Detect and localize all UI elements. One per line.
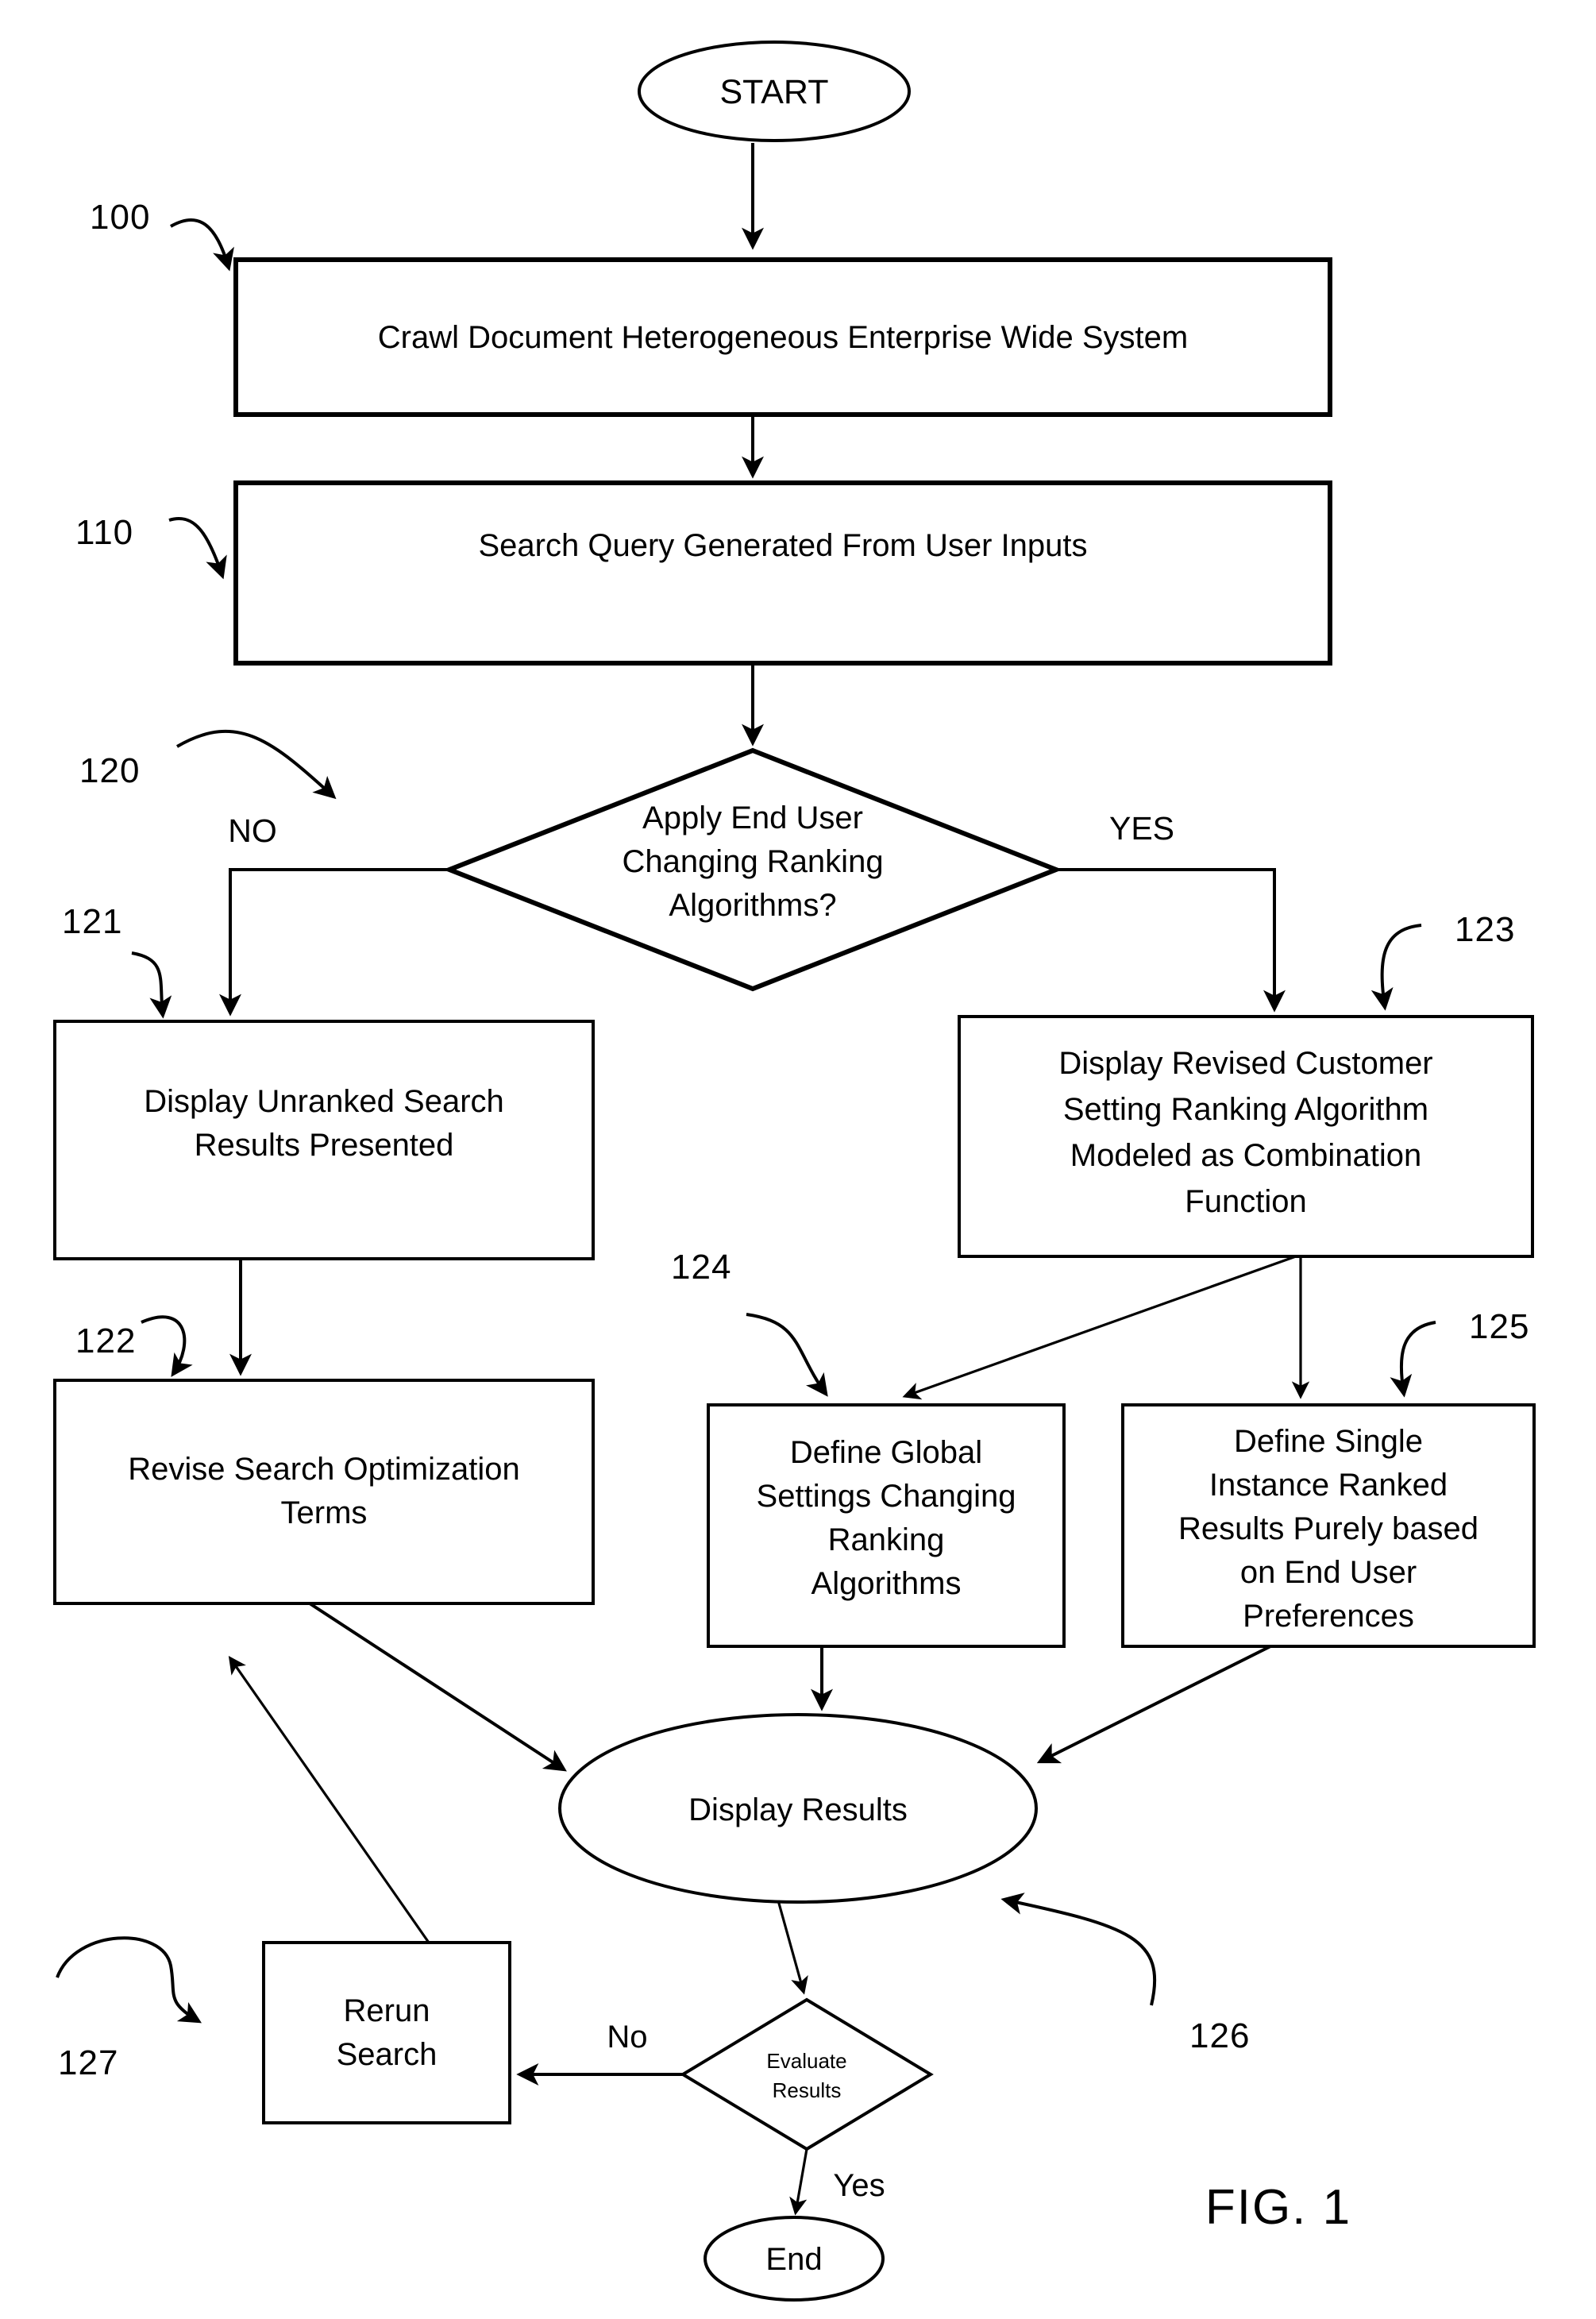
global-settings-line3: Ranking (828, 1522, 945, 1557)
display-results-label: Display Results (688, 1792, 908, 1827)
node-revised-customer: Display Revised Customer Setting Ranking… (958, 1015, 1534, 1258)
leader-line-124 (746, 1313, 828, 1397)
leader-line-125 (1390, 1321, 1436, 1398)
node-start: START (638, 41, 911, 142)
single-instance-line1: Define Single (1234, 1424, 1423, 1459)
node-crawl: Crawl Document Heterogeneous Enterprise … (233, 257, 1332, 417)
single-instance-line4: on End User (1240, 1555, 1417, 1590)
ref-number-121: 121 (62, 902, 122, 941)
start-label: START (720, 73, 829, 111)
edge-decision-no (219, 868, 449, 1017)
leader-line-110 (168, 517, 227, 580)
edge-single-instance-to-display-results (1036, 1645, 1271, 1764)
edge-revise-to-display-results (308, 1602, 567, 1772)
edge-label-yes-upper: YES (1109, 810, 1174, 847)
evaluate-diamond (680, 1997, 934, 2151)
single-instance-line2: Instance Ranked (1209, 1468, 1448, 1503)
leader-line-121 (131, 951, 172, 1019)
crawl-label: Crawl Document Heterogeneous Enterprise … (378, 320, 1188, 355)
edge-label-no-upper: NO (228, 812, 277, 849)
revise-box (53, 1379, 595, 1605)
node-decision: Apply End User Changing Ranking Algorith… (442, 747, 1063, 992)
decision-line3: Algorithms? (669, 888, 836, 923)
query-label: Search Query Generated From User Inputs (479, 528, 1088, 563)
decision-line2: Changing Ranking (622, 844, 883, 879)
node-revise: Revise Search Optimization Terms (53, 1379, 595, 1605)
query-box (233, 480, 1332, 666)
single-instance-line3: Results Purely based (1178, 1511, 1478, 1546)
revise-line1: Revise Search Optimization (128, 1452, 520, 1487)
figure-caption: FIG. 1 (1205, 2180, 1351, 2235)
edge-label-no-lower: No (607, 2020, 647, 2055)
node-global-settings: Define Global Settings Changing Ranking … (707, 1403, 1066, 1648)
leader-line-100 (170, 218, 234, 272)
leader-line-127 (56, 1936, 202, 2024)
edge-revised-to-global-settings (902, 1255, 1297, 1400)
flowchart-svg: START Crawl Document Heterogeneous Enter… (53, 41, 1536, 2302)
evaluate-line1: Evaluate (766, 2049, 846, 2073)
revised-customer-line4: Function (1185, 1184, 1306, 1219)
node-display-results: Display Results (558, 1713, 1038, 1904)
unranked-line2: Results Presented (195, 1128, 454, 1163)
leader-line-120 (175, 729, 337, 800)
rerun-box (262, 1941, 511, 2124)
global-settings-line4: Algorithms (811, 1566, 962, 1601)
node-evaluate: Evaluate Results (680, 1997, 934, 2151)
figure-canvas: START Crawl Document Heterogeneous Enter… (0, 0, 1596, 2319)
revised-customer-line2: Setting Ranking Algorithm (1063, 1092, 1428, 1127)
single-instance-line5: Preferences (1243, 1599, 1414, 1634)
global-settings-line2: Settings Changing (757, 1479, 1016, 1514)
rerun-line2: Search (337, 2037, 438, 2072)
ref-number-120: 120 (79, 751, 140, 790)
revised-customer-line3: Modeled as Combination (1070, 1138, 1421, 1173)
edge-decision-yes (1056, 868, 1286, 1013)
leader-line-122 (141, 1315, 193, 1377)
rerun-line1: Rerun (344, 1993, 430, 2028)
ref-number-110: 110 (75, 513, 133, 552)
edge-rerun-to-revise (228, 1655, 430, 1943)
node-query: Search Query Generated From User Inputs (233, 480, 1332, 666)
leader-line-123 (1370, 924, 1422, 1011)
revised-customer-line1: Display Revised Customer (1058, 1046, 1432, 1081)
ref-number-127: 127 (58, 2043, 118, 2082)
node-rerun: Rerun Search (262, 1941, 511, 2124)
edge-evaluate-yes (789, 2148, 808, 2216)
node-single-instance: Define Single Instance Ranked Results Pu… (1121, 1403, 1536, 1648)
ref-number-100: 100 (90, 198, 150, 237)
ref-number-124: 124 (671, 1248, 731, 1287)
unranked-line1: Display Unranked Search (144, 1084, 504, 1119)
ref-number-125: 125 (1469, 1307, 1529, 1346)
global-settings-line1: Define Global (790, 1435, 982, 1470)
end-label: End (765, 2242, 822, 2277)
decision-line1: Apply End User (642, 801, 863, 835)
ref-number-126: 126 (1189, 2016, 1250, 2055)
node-end: End (704, 2216, 885, 2302)
edge-display-results-to-evaluate (777, 1900, 808, 1995)
leader-line-126 (1000, 1893, 1157, 2006)
edge-label-yes-lower: Yes (833, 2168, 885, 2203)
ref-number-123: 123 (1455, 910, 1515, 949)
node-unranked: Display Unranked Search Results Presente… (53, 1020, 595, 1260)
evaluate-line2: Results (773, 2078, 842, 2102)
ref-number-122: 122 (75, 1322, 136, 1360)
revise-line2: Terms (281, 1495, 368, 1530)
